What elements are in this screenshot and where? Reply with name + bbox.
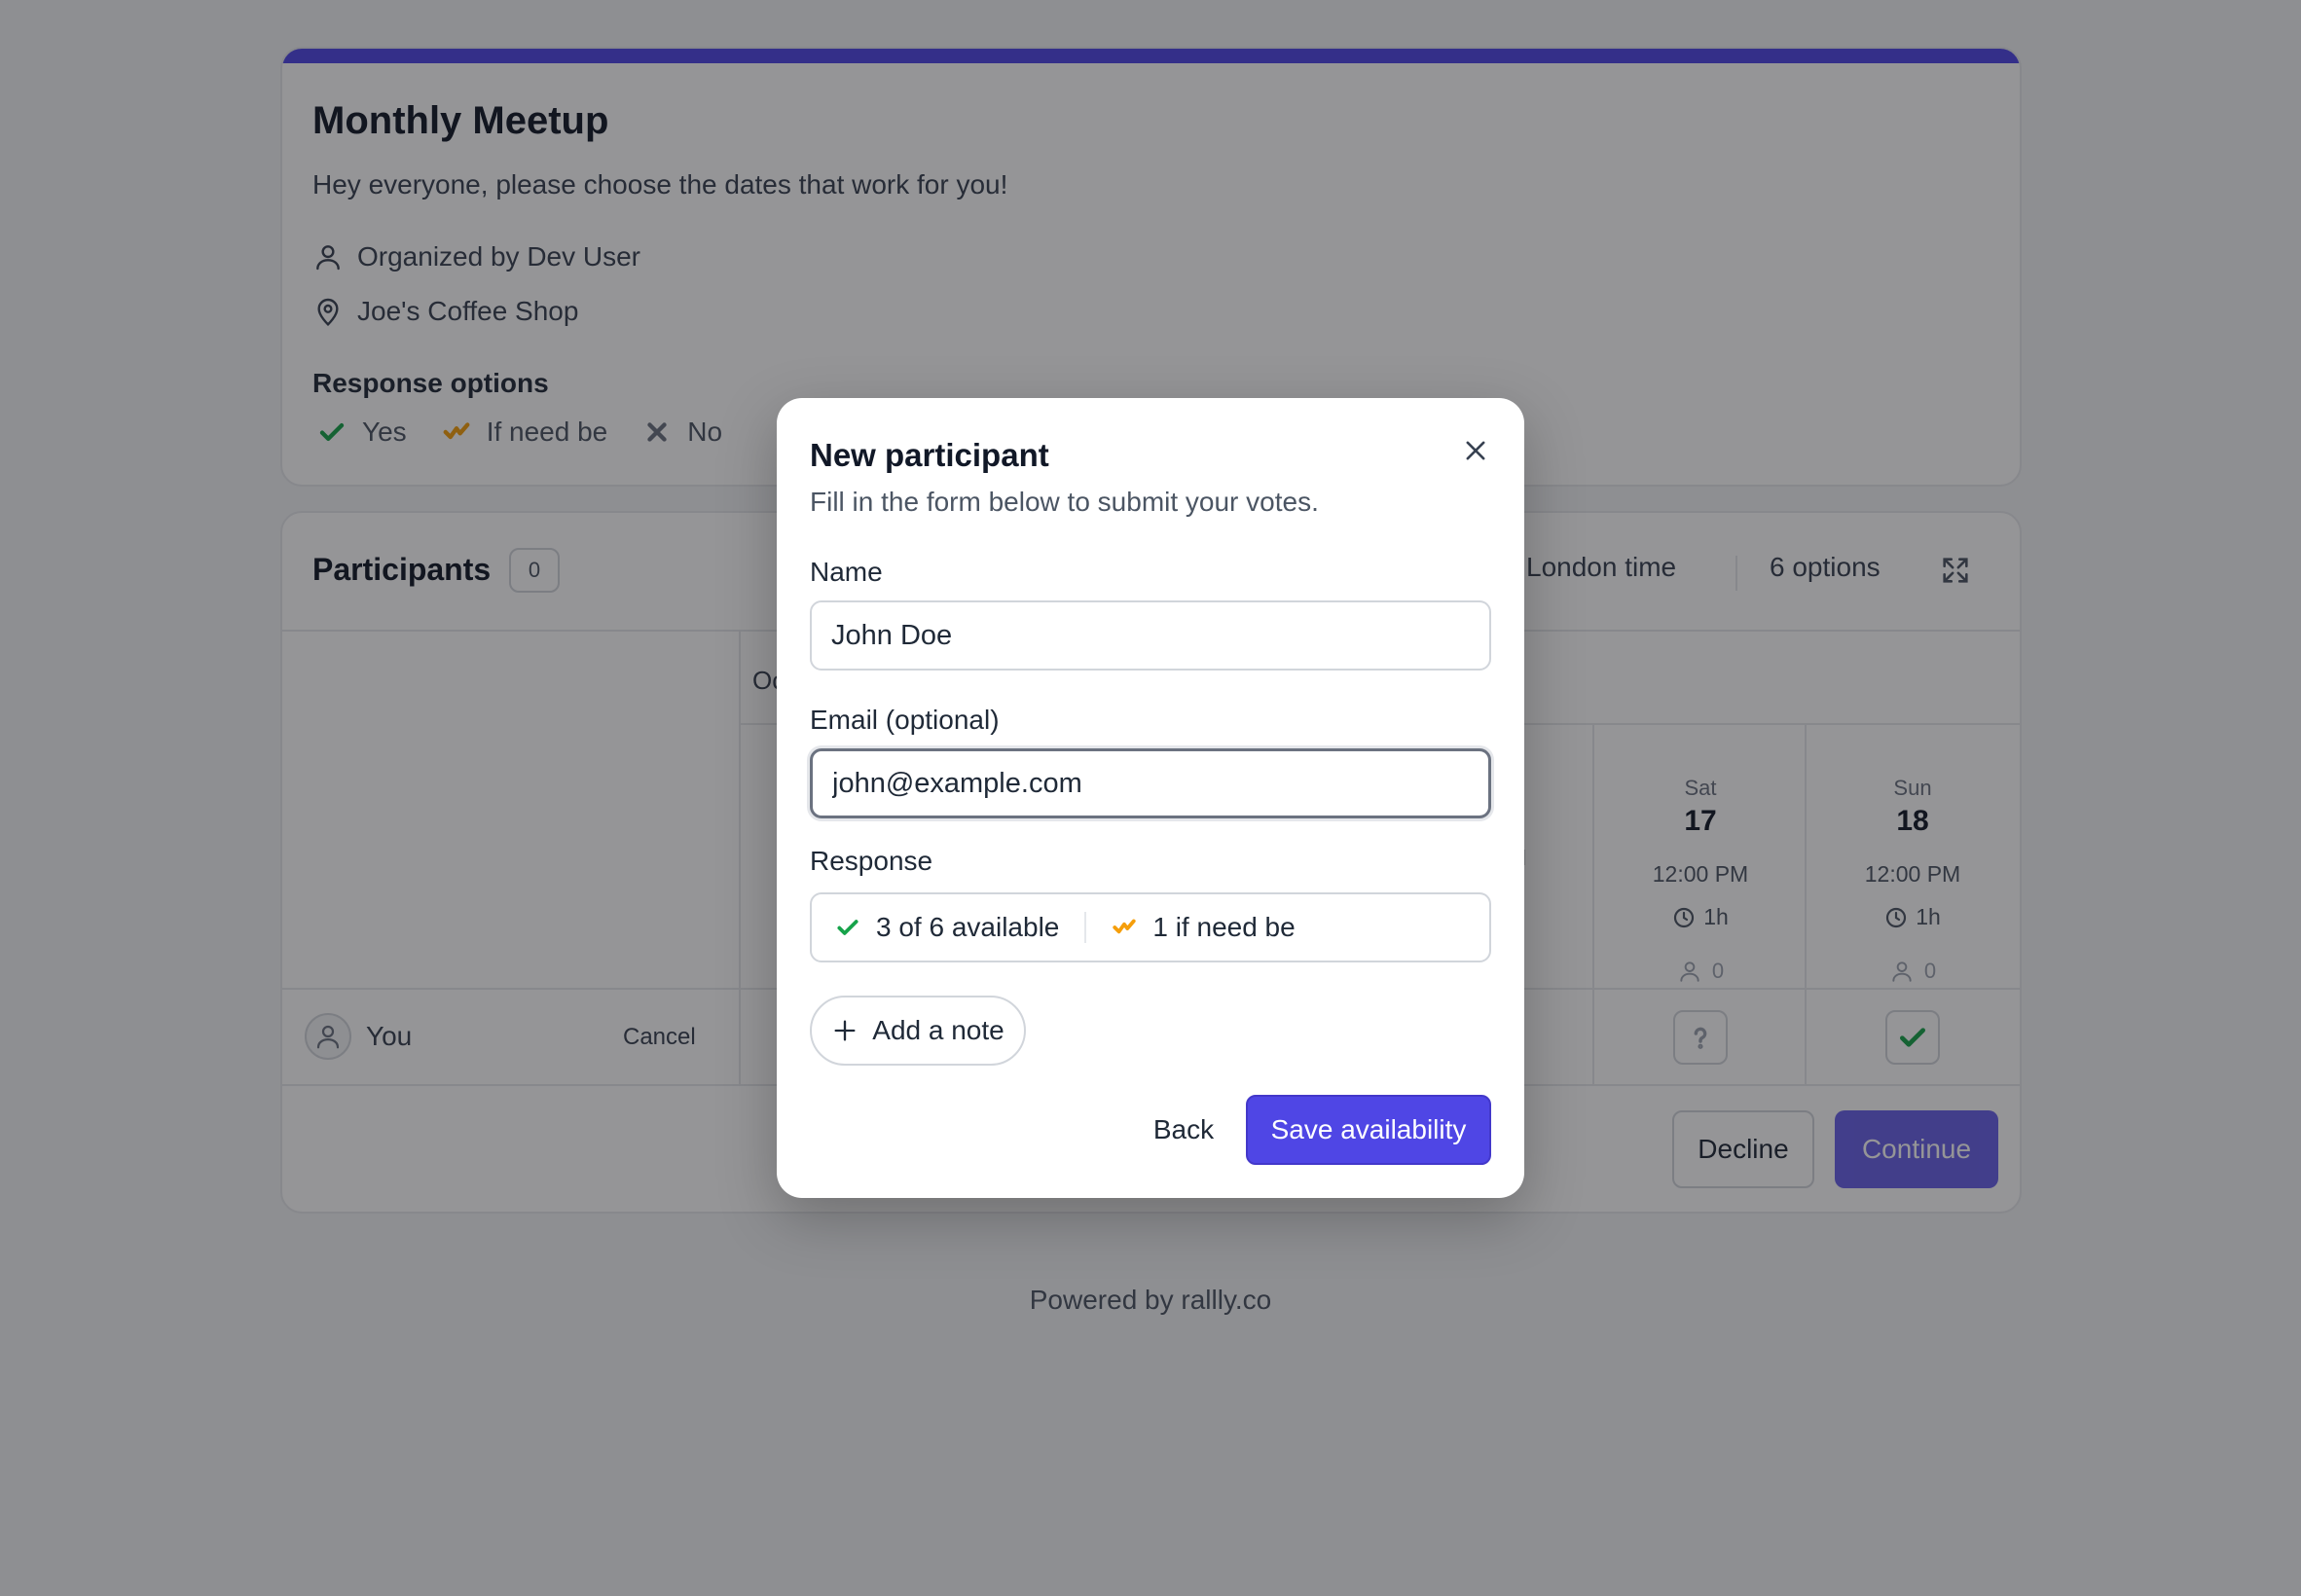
if-need-be-summary: 1 if need be xyxy=(1112,912,1296,943)
available-summary-text: 3 of 6 available xyxy=(876,912,1060,942)
save-availability-button[interactable]: Save availability xyxy=(1246,1095,1491,1165)
name-label: Name xyxy=(810,557,883,587)
response-divider xyxy=(1084,912,1087,943)
check-icon xyxy=(837,920,858,935)
response-summary: 3 of 6 available 1 if need be xyxy=(810,892,1491,962)
close-button[interactable] xyxy=(1458,433,1493,468)
if-need-be-icon xyxy=(1113,919,1137,934)
plus-icon xyxy=(834,1020,856,1041)
email-input[interactable] xyxy=(810,748,1491,818)
dialog-subtitle: Fill in the form below to submit your vo… xyxy=(810,487,1319,517)
dialog-title: New participant xyxy=(810,437,1049,473)
response-label: Response xyxy=(810,846,933,876)
name-input[interactable] xyxy=(810,600,1491,671)
add-note-label: Add a note xyxy=(872,1015,1004,1045)
new-participant-dialog: New participant Fill in the form below t… xyxy=(777,398,1524,1198)
close-icon xyxy=(1466,441,1485,460)
if-need-be-summary-text: 1 if need be xyxy=(1152,912,1296,942)
back-button[interactable]: Back xyxy=(1135,1095,1232,1165)
available-summary: 3 of 6 available xyxy=(835,912,1059,943)
add-note-button[interactable]: Add a note xyxy=(810,996,1026,1066)
email-label: Email (optional) xyxy=(810,705,1000,735)
